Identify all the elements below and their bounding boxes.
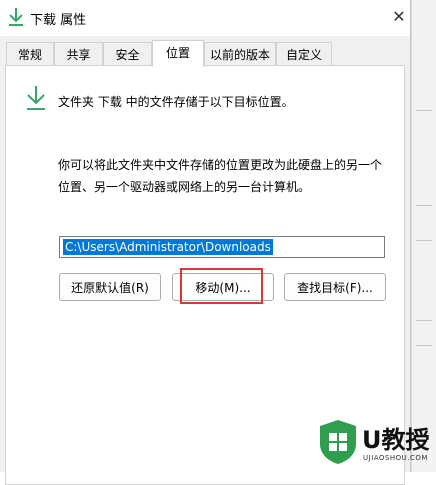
download-icon bbox=[7, 7, 25, 27]
close-icon: ✕ bbox=[392, 7, 406, 26]
close-button[interactable]: ✕ bbox=[388, 6, 410, 28]
path-input[interactable]: C:\Users\Administrator\Downloads bbox=[59, 236, 385, 258]
properties-dialog: 下载 属性 ✕ 常规 共享 安全 位置 以前的版本 自定义 文件夹 下载 中的文… bbox=[0, 0, 411, 485]
watermark-text: U教授 bbox=[362, 426, 430, 454]
background-window bbox=[411, 0, 436, 472]
description-text-2: 位置、另一个驱动器或网络上的另一台计算机。 bbox=[58, 180, 311, 194]
tab-strip: 常规 共享 安全 位置 以前的版本 自定义 bbox=[6, 40, 336, 67]
tab-general[interactable]: 常规 bbox=[6, 42, 54, 66]
tab-sharing[interactable]: 共享 bbox=[54, 42, 103, 66]
path-value: C:\Users\Administrator\Downloads bbox=[63, 239, 273, 255]
move-button[interactable]: 移动(M)... bbox=[172, 273, 274, 301]
tab-previous-versions[interactable]: 以前的版本 bbox=[204, 42, 276, 66]
download-arrow-icon bbox=[25, 85, 47, 111]
watermark-logo: U教授 UJIAOSHOU.COM bbox=[310, 410, 430, 470]
tab-security[interactable]: 安全 bbox=[103, 42, 152, 66]
tab-location[interactable]: 位置 bbox=[152, 40, 204, 67]
tab-customize[interactable]: 自定义 bbox=[276, 42, 332, 66]
restore-default-button[interactable]: 还原默认值(R) bbox=[59, 273, 161, 301]
window-title: 下载 属性 bbox=[30, 13, 87, 28]
location-header: 文件夹 下载 中的文件存储于以下目标位置。 bbox=[58, 95, 294, 109]
shield-logo-icon bbox=[318, 418, 358, 466]
title-bar: 下载 属性 ✕ bbox=[0, 0, 410, 36]
description-text: 你可以将此文件夹中文件存储的位置更改为此硬盘上的另一个 bbox=[58, 158, 383, 172]
watermark-url: UJIAOSHOU.COM bbox=[363, 454, 428, 462]
find-target-button[interactable]: 查找目标(F)... bbox=[284, 273, 386, 301]
